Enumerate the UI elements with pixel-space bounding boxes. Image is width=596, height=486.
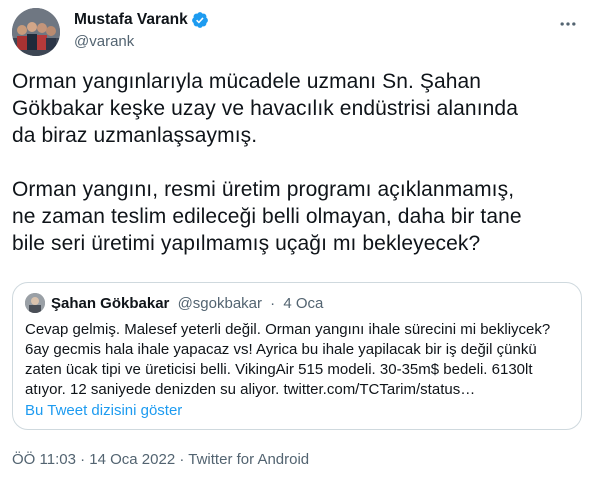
tweet-line: da biraz uzmanlaşsaymış. [12, 124, 258, 147]
avatar-image [12, 8, 60, 56]
show-thread-link[interactable]: Bu Tweet dizisini göster [25, 402, 182, 419]
quoted-header: Şahan Gökbakar @sgokbakar · 4 Oca [51, 295, 323, 312]
author-name[interactable]: Mustafa Varank [74, 11, 188, 29]
author-avatar[interactable] [12, 8, 60, 56]
quoted-date[interactable]: 4 Oca [283, 295, 323, 312]
author-name-row[interactable]: Mustafa Varank [74, 11, 209, 29]
quoted-tweet[interactable]: Şahan Gökbakar @sgokbakar · 4 Oca Cevap … [12, 282, 582, 430]
tweet-card: Mustafa Varank @varank Orman yangınlarıy… [0, 0, 596, 486]
quoted-line: zaten ücak tipi ve üreticisi belli. Viki… [25, 361, 533, 378]
verified-badge-icon [191, 12, 208, 28]
more-horizontal-icon [560, 22, 576, 26]
tweet-time[interactable]: ÖÖ 11:03 [12, 451, 76, 468]
source-app[interactable]: Twitter for Android [188, 451, 309, 468]
quoted-separator: · [270, 295, 276, 312]
meta-separator: · [179, 451, 185, 468]
quoted-author-name[interactable]: Şahan Gökbakar [51, 295, 169, 312]
tweet-meta: ÖÖ 11:03 · 14 Oca 2022 · Twitter for And… [12, 451, 309, 468]
tweet-date[interactable]: 14 Oca 2022 [89, 451, 175, 468]
tweet-line: ne zaman teslim edileceği belli olmayan,… [12, 205, 522, 228]
quoted-avatar-image [25, 293, 45, 313]
quoted-line: atıyor. 12 saniyede denizden su aliyor. … [25, 381, 476, 398]
quoted-author-avatar[interactable] [25, 293, 45, 313]
meta-separator: · [80, 451, 86, 468]
tweet-line: Orman yangını, resmi üretim programı açı… [12, 178, 515, 201]
tweet-line: bile seri üretimi yapılmamış uçağı mı be… [12, 232, 481, 255]
tweet-line: Orman yangınlarıyla mücadele uzmanı Sn. … [12, 70, 482, 93]
author-handle[interactable]: @varank [74, 33, 134, 50]
quoted-line: Cevap gelmiş. Malesef yeterli değil. Orm… [25, 321, 551, 338]
quoted-line: 6ay gecmis hala ihale yapacaz vs! Ayrica… [25, 341, 537, 358]
quoted-text: Cevap gelmiş. Malesef yeterli değil. Orm… [25, 320, 571, 400]
tweet-text: Orman yangınlarıyla mücadele uzmanı Sn. … [12, 68, 582, 257]
tweet-line: Gökbakar keşke uzay ve havacılık endüstr… [12, 97, 518, 120]
more-options-button[interactable] [552, 8, 584, 40]
quoted-author-handle[interactable]: @sgokbakar [178, 295, 262, 312]
